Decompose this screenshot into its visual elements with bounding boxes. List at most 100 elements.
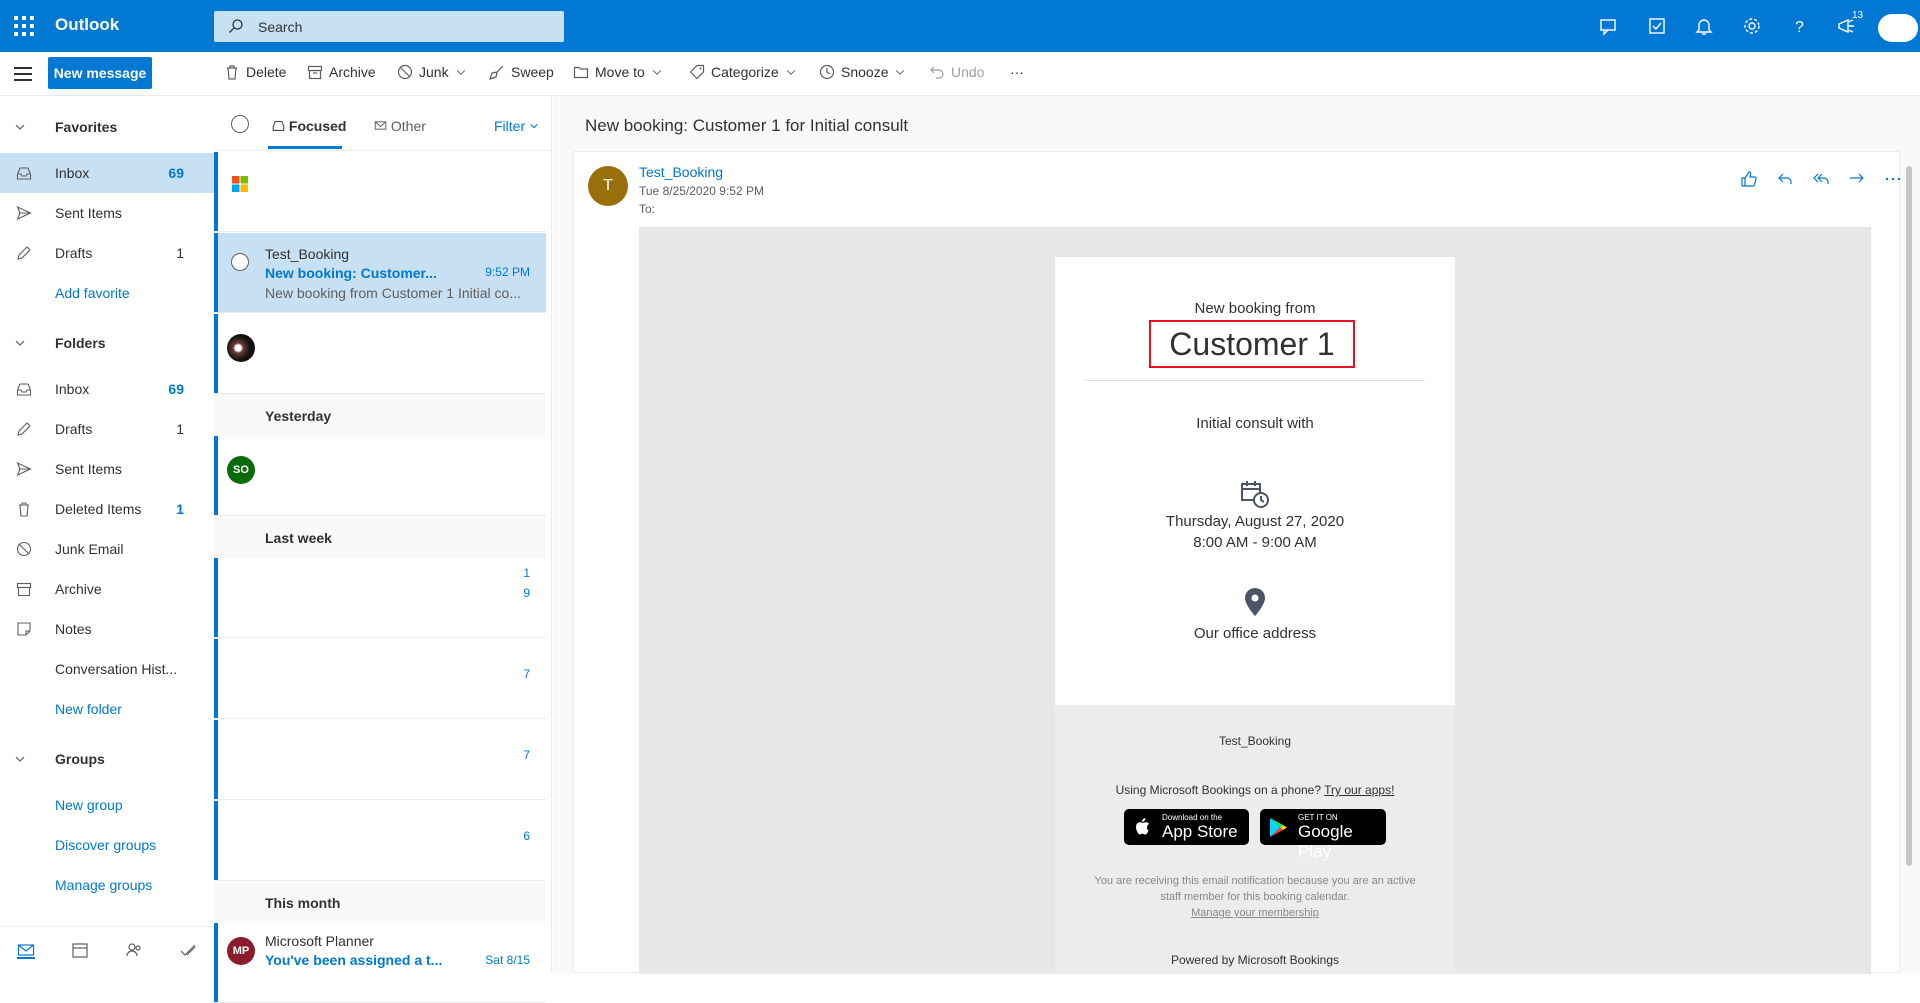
- list-item[interactable]: 6: [214, 801, 546, 881]
- tab-focused[interactable]: Focused: [272, 118, 346, 134]
- footer-notice: You are receiving this email notificatio…: [1094, 875, 1416, 919]
- chevron-down-icon: [456, 70, 465, 75]
- group-header-yesterday: Yesterday: [214, 394, 546, 436]
- booking-card: New booking from Customer 1 Initial cons…: [1055, 257, 1455, 974]
- message-subject: You've been assigned a t...: [265, 952, 443, 968]
- inbox-icon: [272, 120, 285, 131]
- junk-button[interactable]: Junk: [397, 64, 467, 80]
- folders-header[interactable]: Folders: [0, 323, 214, 363]
- nav-folder-drafts[interactable]: Drafts 1: [0, 409, 214, 449]
- nav-folder-conversation-history[interactable]: Conversation Hist...: [0, 649, 214, 689]
- block-icon: [397, 64, 413, 80]
- message-title: New booking: Customer 1 for Initial cons…: [585, 116, 909, 135]
- nav-folder-sent-items[interactable]: Sent Items: [0, 449, 214, 489]
- forward-icon[interactable]: [1848, 170, 1866, 188]
- undo-icon: [930, 66, 944, 79]
- tab-other[interactable]: Other: [374, 118, 426, 134]
- send-icon: [16, 205, 32, 221]
- app-store-badge[interactable]: Download on the App Store: [1124, 809, 1249, 845]
- nav-folder-archive[interactable]: Archive: [0, 569, 214, 609]
- new-folder-link[interactable]: New folder: [0, 689, 214, 729]
- nav-favorite-drafts[interactable]: Drafts 1: [0, 233, 214, 273]
- list-item[interactable]: SO: [214, 436, 546, 516]
- nav-folder-notes[interactable]: Notes: [0, 609, 214, 649]
- reading-pane-scrollbar[interactable]: [1906, 166, 1912, 866]
- more-actions-icon[interactable]: [1884, 170, 1902, 188]
- list-item[interactable]: MP Microsoft Planner You've been assigne…: [214, 923, 546, 1003]
- sender-avatar[interactable]: T: [588, 166, 628, 206]
- new-message-button[interactable]: New message: [48, 57, 152, 89]
- help-icon[interactable]: ?: [1789, 15, 1811, 37]
- nav-folder-junk-email[interactable]: Junk Email: [0, 529, 214, 569]
- block-icon: [16, 541, 32, 557]
- message-sender: Test_Booking: [265, 246, 350, 262]
- list-item[interactable]: [214, 152, 546, 232]
- sweep-button[interactable]: Sweep: [489, 64, 554, 80]
- list-item[interactable]: 7: [214, 720, 546, 800]
- manage-membership-link[interactable]: Manage your membership: [1191, 907, 1319, 919]
- app-launcher-icon[interactable]: [12, 14, 36, 38]
- pencil-icon: [17, 422, 31, 436]
- people-icon[interactable]: [125, 941, 143, 959]
- message-to-label: To:: [639, 202, 656, 216]
- new-group-link[interactable]: New group: [0, 785, 214, 825]
- calendar-icon[interactable]: [71, 941, 89, 959]
- categorize-button[interactable]: Categorize: [689, 64, 797, 80]
- nav-favorite-inbox[interactable]: Inbox 69: [0, 153, 214, 193]
- chevron-down-icon: [786, 70, 795, 75]
- module-switcher: [0, 926, 214, 973]
- reply-icon[interactable]: [1776, 170, 1794, 188]
- calendar-clock-icon: [1241, 481, 1269, 508]
- google-play-badge[interactable]: GET IT ON Google Play: [1260, 809, 1386, 861]
- mail-icon[interactable]: [17, 941, 35, 959]
- notification-badge: 13: [1852, 10, 1864, 21]
- reply-all-icon[interactable]: [1812, 170, 1830, 188]
- inbox-icon: [16, 167, 32, 180]
- tag-icon: [689, 64, 705, 80]
- message-subject: New booking: Customer...: [265, 265, 437, 281]
- chevron-down-icon: [652, 70, 661, 75]
- filter-button[interactable]: Filter: [494, 118, 539, 134]
- select-all-checkbox[interactable]: [231, 115, 249, 133]
- move-to-button[interactable]: Move to: [573, 64, 663, 80]
- meet-now-icon[interactable]: [1598, 15, 1620, 37]
- chevron-down-icon: [15, 756, 25, 762]
- undo-button[interactable]: Undo: [929, 64, 984, 80]
- delete-button[interactable]: Delete: [224, 64, 286, 80]
- selected-message-item[interactable]: Test_Booking New booking: Customer... 9:…: [214, 233, 546, 313]
- snooze-button[interactable]: Snooze: [819, 64, 906, 80]
- list-item[interactable]: [214, 314, 546, 394]
- nav-folder-deleted-items[interactable]: Deleted Items 1: [0, 489, 214, 529]
- app-name[interactable]: Outlook: [55, 15, 119, 35]
- google-play-logo-icon: [1270, 818, 1287, 837]
- archive-button[interactable]: Archive: [307, 64, 376, 80]
- settings-gear-icon[interactable]: [1741, 15, 1763, 37]
- search-box[interactable]: Search: [214, 11, 564, 42]
- list-item[interactable]: 1 9: [214, 558, 546, 638]
- account-avatar[interactable]: [1878, 14, 1918, 42]
- discover-groups-link[interactable]: Discover groups: [0, 825, 214, 865]
- favorites-header[interactable]: Favorites: [0, 107, 214, 147]
- add-favorite-link[interactable]: Add favorite: [0, 273, 214, 313]
- nav-favorite-sent-items[interactable]: Sent Items: [0, 193, 214, 233]
- manage-groups-link[interactable]: Manage groups: [0, 865, 214, 905]
- try-apps-link[interactable]: Try our apps!: [1324, 783, 1394, 797]
- customer-name: Customer 1: [1149, 320, 1355, 368]
- todo-icon[interactable]: [1646, 15, 1668, 37]
- search-input[interactable]: Search: [258, 19, 302, 35]
- bell-icon[interactable]: [1693, 15, 1715, 37]
- list-item[interactable]: 7: [214, 639, 546, 719]
- sender-name-link[interactable]: Test_Booking: [639, 164, 723, 180]
- select-message-radio[interactable]: [231, 253, 249, 271]
- hamburger-menu-icon[interactable]: [14, 67, 32, 81]
- svg-text:?: ?: [1795, 19, 1804, 36]
- folder-move-icon: [573, 66, 589, 79]
- note-icon: [17, 622, 31, 636]
- nav-folder-inbox[interactable]: Inbox 69: [0, 369, 214, 409]
- tasks-check-icon[interactable]: [179, 941, 197, 959]
- like-icon[interactable]: [1740, 170, 1758, 188]
- top-bar: Outlook Search ? 13: [0, 0, 1920, 52]
- more-commands-button[interactable]: ···: [1010, 64, 1024, 80]
- groups-header[interactable]: Groups: [0, 739, 214, 779]
- location-pin-icon: [1245, 588, 1265, 616]
